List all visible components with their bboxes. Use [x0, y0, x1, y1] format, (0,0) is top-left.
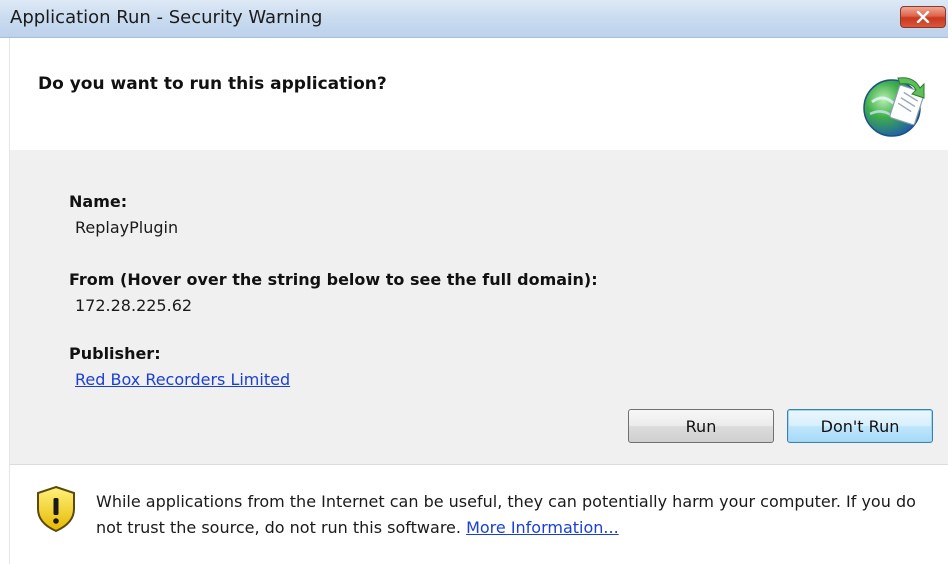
publisher-link[interactable]: Red Box Recorders Limited — [75, 370, 290, 389]
footer-warning: While applications from the Internet can… — [10, 464, 948, 564]
title-bar[interactable]: Application Run - Security Warning — [0, 0, 948, 38]
name-value: ReplayPlugin — [75, 218, 179, 237]
close-button[interactable] — [900, 6, 946, 28]
publisher-label: Publisher: — [69, 344, 161, 363]
close-icon — [916, 11, 930, 23]
dont-run-button[interactable]: Don't Run — [787, 409, 933, 443]
header-question: Do you want to run this application? — [38, 74, 387, 94]
globe-arrow-icon — [863, 77, 925, 137]
from-value[interactable]: 172.28.225.62 — [75, 296, 192, 315]
footer-warning-text: While applications from the Internet can… — [96, 489, 926, 541]
from-label: From (Hover over the string below to see… — [69, 270, 598, 289]
header-band: Do you want to run this application? — [10, 38, 948, 150]
security-warning-dialog: Application Run - Security Warning Do yo… — [0, 0, 948, 564]
more-information-link[interactable]: More Information... — [466, 518, 619, 537]
window-title: Application Run - Security Warning — [10, 7, 323, 28]
shield-warning-icon — [37, 485, 75, 533]
name-label: Name: — [69, 192, 128, 211]
run-button[interactable]: Run — [628, 409, 774, 443]
details-panel: Name: ReplayPlugin From (Hover over the … — [10, 150, 948, 464]
window-left-edge — [0, 38, 10, 564]
